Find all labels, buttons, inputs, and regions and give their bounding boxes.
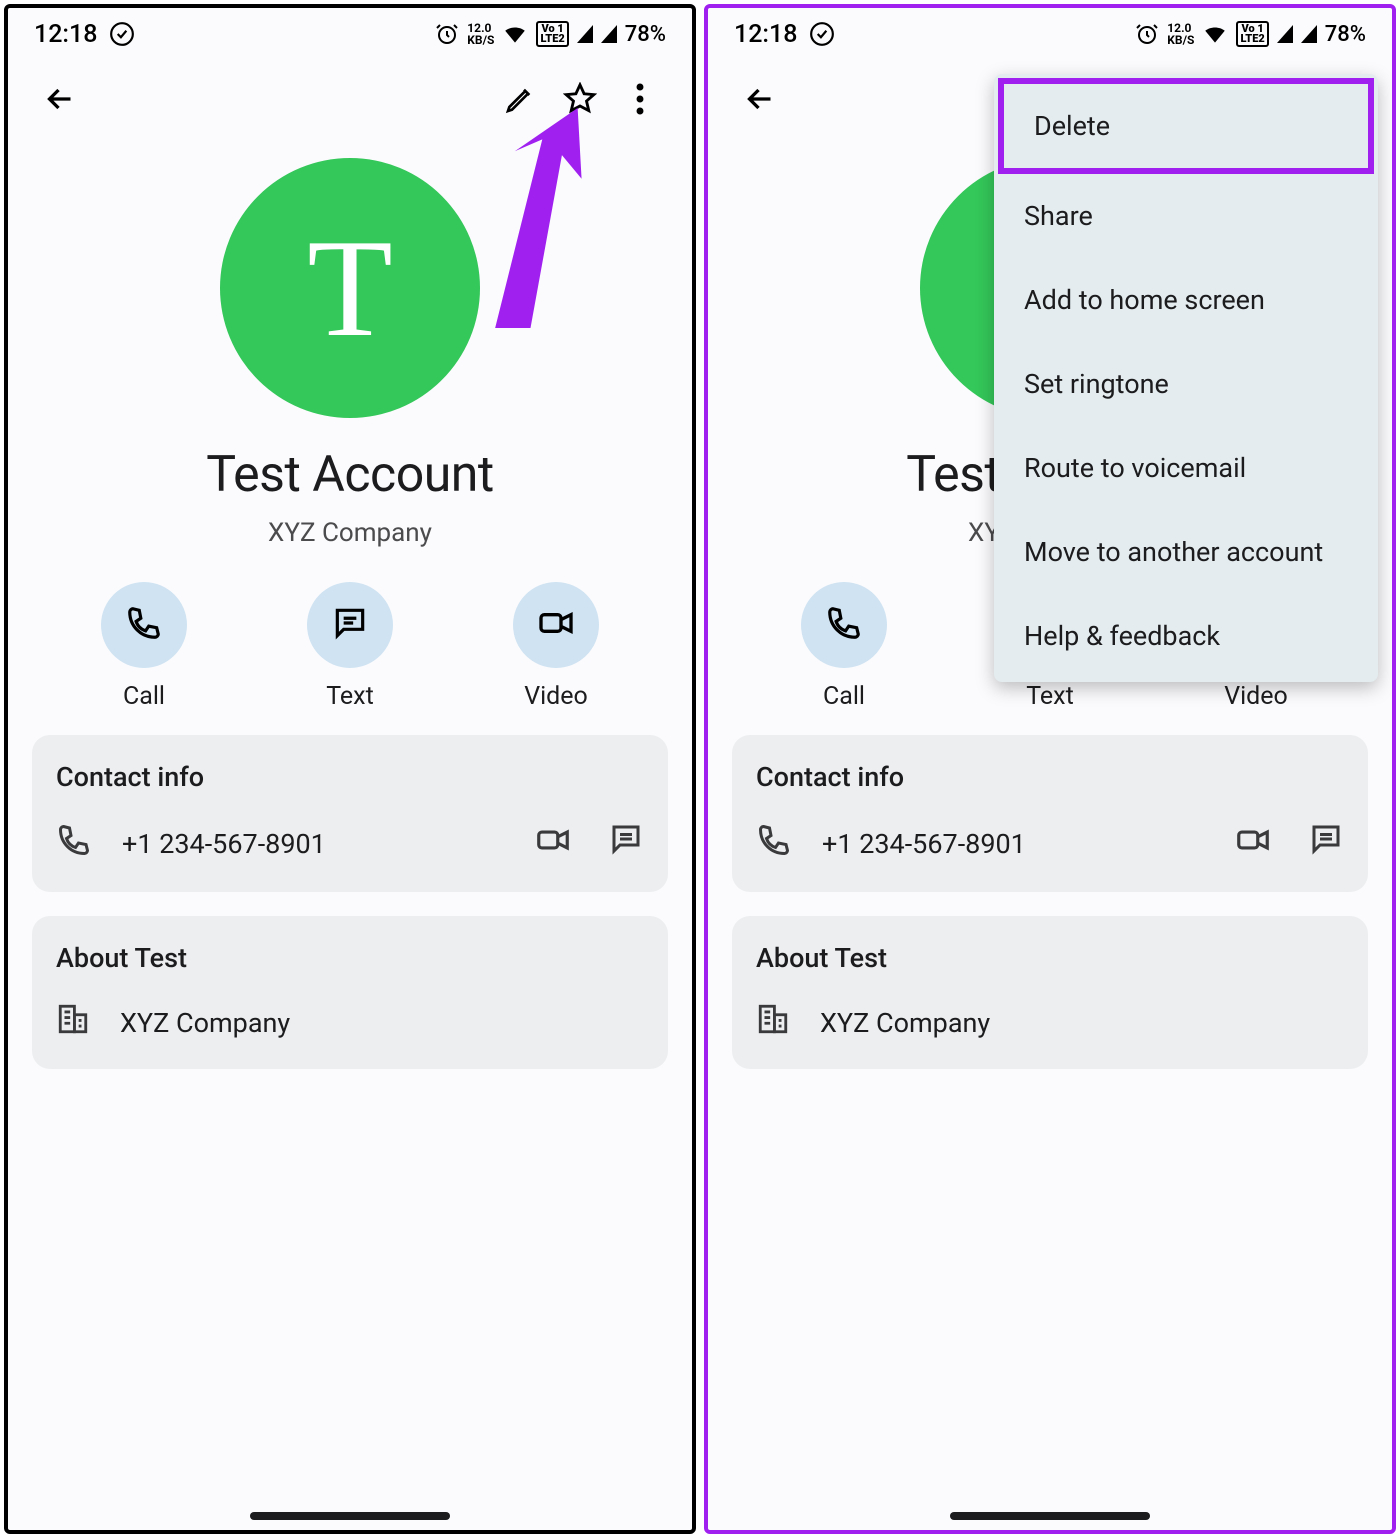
contact-company: XYZ Company bbox=[8, 518, 692, 548]
company-row[interactable]: XYZ Company bbox=[756, 1002, 1344, 1043]
avatar-letter: T bbox=[307, 208, 393, 369]
signal-1-icon bbox=[1277, 25, 1293, 43]
overflow-button[interactable] bbox=[610, 69, 670, 129]
phone-icon bbox=[56, 822, 92, 865]
contact-name: Test Account bbox=[8, 446, 692, 504]
call-label: Call bbox=[123, 682, 165, 711]
contact-info-card: Contact info +1 234-567-8901 bbox=[32, 735, 668, 892]
menu-item-help[interactable]: Help & feedback bbox=[994, 594, 1378, 678]
avatar[interactable]: T bbox=[220, 158, 480, 418]
status-kbps: 12.0KB/S bbox=[1167, 22, 1194, 46]
check-icon bbox=[109, 21, 135, 47]
phone-left: 12:18 12.0KB/S Vo 1LTE2 78% bbox=[4, 4, 696, 1534]
phone-right: 12:18 12.0KB/S Vo 1LTE2 78% bbox=[704, 4, 1396, 1534]
call-action[interactable]: Call bbox=[801, 582, 887, 711]
call-action[interactable]: Call bbox=[101, 582, 187, 711]
status-bar: 12:18 12.0KB/S Vo 1LTE2 78% bbox=[8, 8, 692, 60]
status-time: 12:18 bbox=[34, 20, 97, 49]
company-value: XYZ Company bbox=[120, 1007, 290, 1039]
phone-icon bbox=[756, 822, 792, 865]
video-icon[interactable] bbox=[1234, 821, 1272, 866]
nav-bar[interactable] bbox=[250, 1512, 450, 1520]
menu-item-move-account[interactable]: Move to another account bbox=[994, 510, 1378, 594]
nav-bar[interactable] bbox=[950, 1512, 1150, 1520]
message-icon[interactable] bbox=[1308, 821, 1344, 866]
text-label: Text bbox=[326, 682, 374, 711]
phone-number: +1 234-567-8901 bbox=[822, 828, 1026, 860]
message-icon bbox=[331, 604, 369, 646]
menu-item-route-voicemail[interactable]: Route to voicemail bbox=[994, 426, 1378, 510]
text-action[interactable]: Text bbox=[307, 582, 393, 711]
check-icon bbox=[809, 21, 835, 47]
video-icon[interactable] bbox=[534, 821, 572, 866]
alarm-icon bbox=[1135, 22, 1159, 46]
building-icon bbox=[756, 1002, 790, 1043]
message-icon[interactable] bbox=[608, 821, 644, 866]
signal-2-icon bbox=[601, 25, 617, 43]
about-card: About Test XYZ Company bbox=[732, 916, 1368, 1069]
wifi-icon bbox=[502, 21, 528, 47]
back-button[interactable] bbox=[30, 69, 90, 129]
menu-item-delete[interactable]: Delete bbox=[998, 78, 1374, 174]
contact-info-card: Contact info +1 234-567-8901 bbox=[732, 735, 1368, 892]
about-card: About Test XYZ Company bbox=[32, 916, 668, 1069]
company-row[interactable]: XYZ Company bbox=[56, 1002, 644, 1043]
phone-row[interactable]: +1 234-567-8901 bbox=[756, 821, 1344, 866]
overflow-menu: Delete Share Add to home screen Set ring… bbox=[994, 74, 1378, 682]
status-kbps: 12.0KB/S bbox=[467, 22, 494, 46]
video-icon bbox=[536, 603, 576, 647]
phone-number: +1 234-567-8901 bbox=[122, 828, 326, 860]
toolbar bbox=[8, 60, 692, 138]
contact-info-title: Contact info bbox=[56, 761, 644, 793]
video-label: Video bbox=[524, 682, 588, 711]
status-battery: 78% bbox=[1325, 22, 1366, 47]
phone-icon bbox=[125, 604, 163, 646]
phone-row[interactable]: +1 234-567-8901 bbox=[56, 821, 644, 866]
call-label: Call bbox=[823, 682, 865, 711]
favorite-button[interactable] bbox=[550, 69, 610, 129]
menu-item-add-home[interactable]: Add to home screen bbox=[994, 258, 1378, 342]
alarm-icon bbox=[435, 22, 459, 46]
menu-item-share[interactable]: Share bbox=[994, 174, 1378, 258]
company-value: XYZ Company bbox=[820, 1007, 990, 1039]
about-title: About Test bbox=[756, 942, 1344, 974]
contact-info-title: Contact info bbox=[756, 761, 1344, 793]
signal-2-icon bbox=[1301, 25, 1317, 43]
volte-badge: Vo 1LTE2 bbox=[536, 21, 568, 47]
signal-1-icon bbox=[577, 25, 593, 43]
contact-hero: T Test Account XYZ Company bbox=[8, 138, 692, 548]
edit-button[interactable] bbox=[490, 69, 550, 129]
text-label: Text bbox=[1026, 682, 1074, 711]
volte-badge: Vo 1LTE2 bbox=[1236, 21, 1268, 47]
phone-icon bbox=[825, 604, 863, 646]
about-title: About Test bbox=[56, 942, 644, 974]
back-button[interactable] bbox=[730, 69, 790, 129]
status-time: 12:18 bbox=[734, 20, 797, 49]
wifi-icon bbox=[1202, 21, 1228, 47]
status-battery: 78% bbox=[625, 22, 666, 47]
action-row: Call Text Video bbox=[8, 582, 692, 711]
building-icon bbox=[56, 1002, 90, 1043]
video-label: Video bbox=[1224, 682, 1288, 711]
video-action[interactable]: Video bbox=[513, 582, 599, 711]
menu-item-set-ringtone[interactable]: Set ringtone bbox=[994, 342, 1378, 426]
status-bar: 12:18 12.0KB/S Vo 1LTE2 78% bbox=[708, 8, 1392, 60]
